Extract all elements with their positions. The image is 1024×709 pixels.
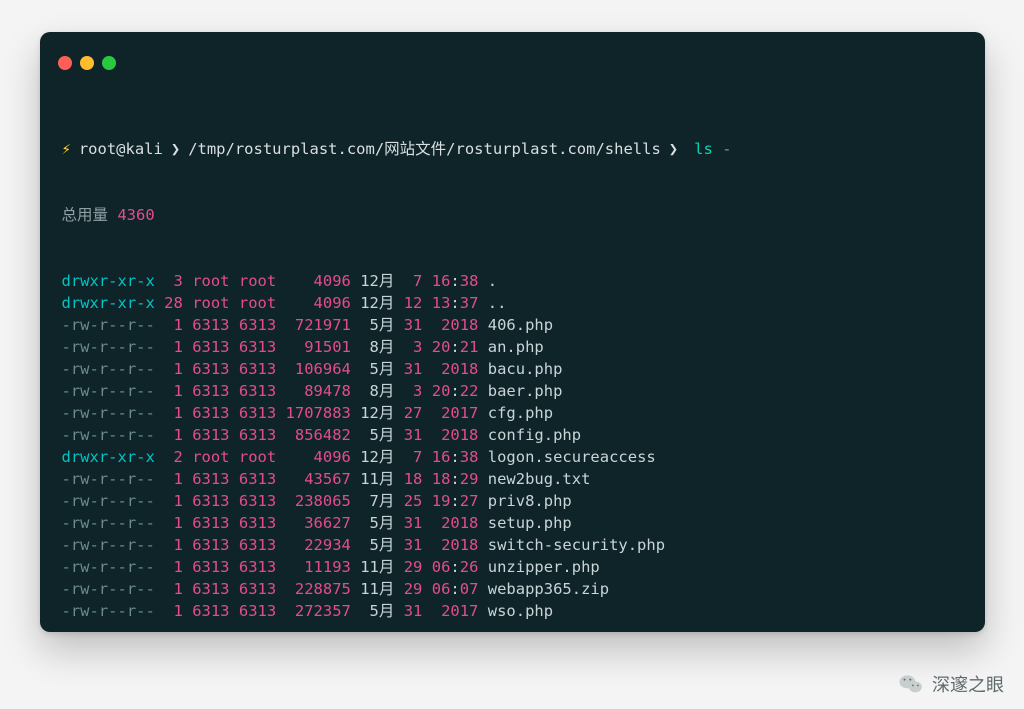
total-label: 总用量	[62, 206, 118, 224]
prompt-line: ⚡ root@kali ❯ /tmp/rosturplast.com/网站文件/…	[62, 138, 963, 160]
listing-row: -rw-r--r-- 1 6313 6313 721971 5月 31 2018…	[62, 314, 963, 336]
bolt-icon: ⚡	[62, 138, 71, 160]
prompt-path: /tmp/rosturplast.com/网站文件/rosturplast.co…	[188, 138, 661, 160]
listing-row: -rw-r--r-- 1 6313 6313 91501 8月 3 20:21 …	[62, 336, 963, 358]
command-flags: -	[713, 138, 732, 160]
chevron-icon: ❯	[171, 138, 180, 160]
listing-row: -rw-r--r-- 1 6313 6313 238065 7月 25 19:2…	[62, 490, 963, 512]
prompt-user-host: root@kali	[79, 138, 163, 160]
listing-row: -rw-r--r-- 1 6313 6313 1707883 12月 27 20…	[62, 402, 963, 424]
command-text: ls	[694, 138, 713, 160]
listing-row: -rw-r--r-- 1 6313 6313 856482 5月 31 2018…	[62, 424, 963, 446]
listing-row: -rw-r--r-- 1 6313 6313 43567 11月 18 18:2…	[62, 468, 963, 490]
listing-row: drwxr-xr-x 3 root root 4096 12月 7 16:38 …	[62, 270, 963, 292]
terminal-window: ⚡ root@kali ❯ /tmp/rosturplast.com/网站文件/…	[40, 32, 985, 632]
listing-row: -rw-r--r-- 1 6313 6313 272357 5月 31 2017…	[62, 600, 963, 622]
wechat-icon	[898, 671, 924, 697]
listing-row: drwxr-xr-x 28 root root 4096 12月 12 13:3…	[62, 292, 963, 314]
total-value: 4360	[117, 206, 154, 224]
listing-row: -rw-r--r-- 1 6313 6313 89478 8月 3 20:22 …	[62, 380, 963, 402]
watermark: 深邃之眼	[898, 671, 1004, 697]
window-close-button[interactable]	[58, 56, 72, 70]
listing-row: -rw-r--r-- 1 6313 6313 36627 5月 31 2018 …	[62, 512, 963, 534]
listing-row: -rw-r--r-- 1 6313 6313 22934 5月 31 2018 …	[62, 534, 963, 556]
window-titlebar	[40, 32, 985, 80]
terminal-output[interactable]: ⚡ root@kali ❯ /tmp/rosturplast.com/网站文件/…	[40, 80, 985, 684]
listing-row: drwxr-xr-x 2 root root 4096 12月 7 16:38 …	[62, 446, 963, 468]
file-listing: drwxr-xr-x 3 root root 4096 12月 7 16:38 …	[62, 270, 963, 622]
listing-row: -rw-r--r-- 1 6313 6313 11193 11月 29 06:2…	[62, 556, 963, 578]
chevron-icon: ❯	[669, 138, 678, 160]
total-line: 总用量 4360	[62, 204, 963, 226]
watermark-text: 深邃之眼	[932, 671, 1004, 697]
window-minimize-button[interactable]	[80, 56, 94, 70]
listing-row: -rw-r--r-- 1 6313 6313 228875 11月 29 06:…	[62, 578, 963, 600]
window-maximize-button[interactable]	[102, 56, 116, 70]
listing-row: -rw-r--r-- 1 6313 6313 106964 5月 31 2018…	[62, 358, 963, 380]
